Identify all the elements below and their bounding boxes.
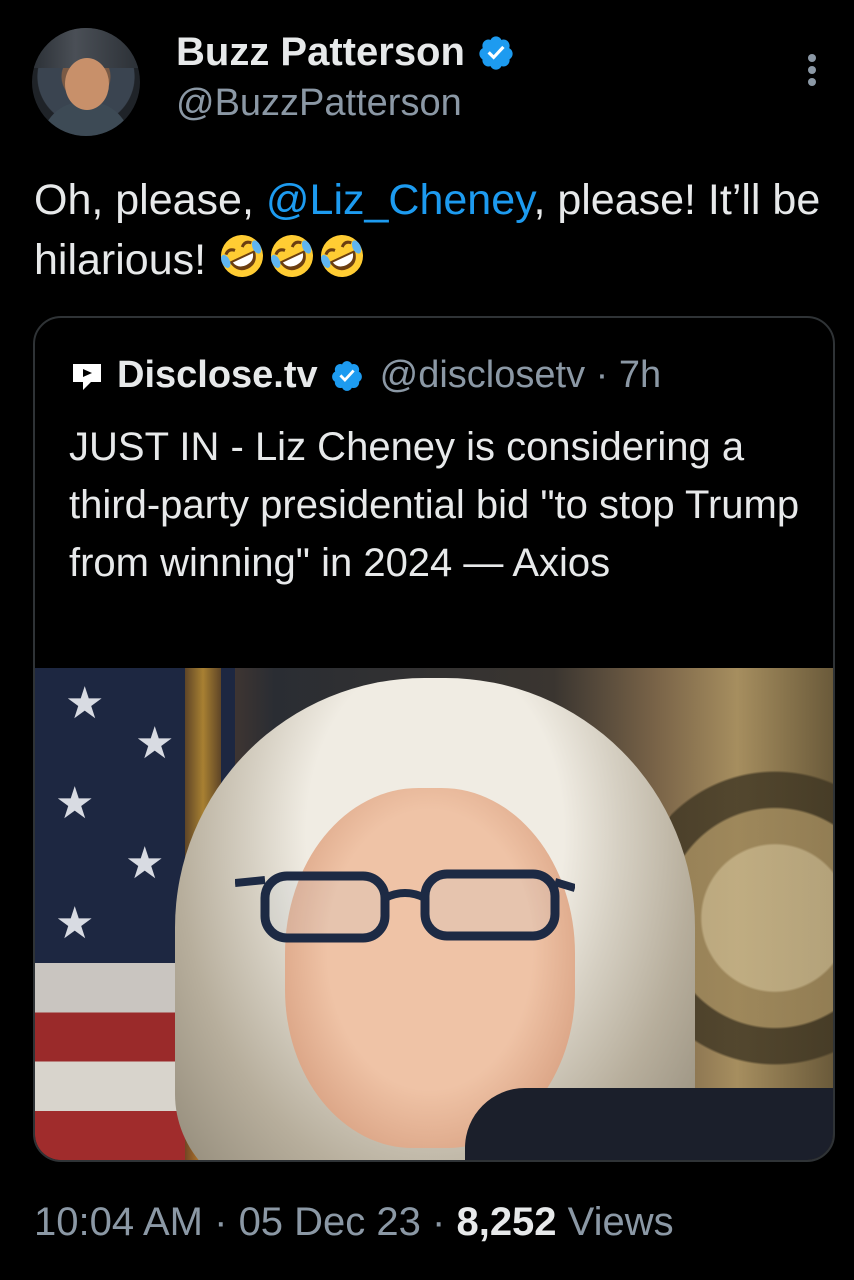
flag-star: ★	[135, 719, 175, 768]
avatar-face	[65, 58, 109, 110]
author-avatar[interactable]	[32, 28, 140, 136]
quoted-tweet-photo[interactable]: ★ ★ ★ ★ ★	[35, 668, 833, 1160]
emoji-group	[218, 232, 366, 280]
quoted-author-name[interactable]: Disclose.tv	[117, 354, 318, 397]
laughing-emoji-icon	[321, 235, 364, 277]
quoted-tweet-card[interactable]: Disclose.tv @disclosetv · 7h JUST IN - L…	[33, 316, 835, 1162]
disclose-tv-logo-icon	[73, 363, 101, 390]
photo-shoulder	[465, 1088, 833, 1160]
quoted-author-handle[interactable]: @disclosetv · 7h	[380, 354, 661, 397]
quoted-handle-text: @disclosetv	[379, 354, 586, 396]
more-dot	[808, 78, 816, 86]
meta-separator: ·	[203, 1200, 239, 1244]
mention-link[interactable]: @Liz_Cheney	[266, 176, 534, 224]
more-dot	[808, 54, 816, 62]
tweet-text: Oh, please, @Liz_Cheney, please! It’ll b…	[34, 170, 834, 290]
more-options-icon[interactable]	[800, 50, 824, 90]
laughing-emoji-icon	[221, 235, 264, 277]
verified-badge-icon	[479, 35, 513, 70]
tweet-text-before: Oh, please,	[34, 176, 266, 224]
flag-star: ★	[55, 899, 95, 948]
flag-star: ★	[55, 779, 95, 828]
flag-star: ★	[65, 679, 105, 728]
views-count[interactable]: 8,252	[456, 1200, 556, 1244]
tweet-meta: 10:04 AM · 05 Dec 23 · 8,252 Views	[34, 1200, 674, 1245]
photo-glasses	[235, 869, 575, 943]
more-dot	[808, 66, 816, 74]
quoted-separator: ·	[595, 354, 609, 396]
author-handle[interactable]: @BuzzPatterson	[176, 82, 462, 125]
flag-star: ★	[125, 839, 165, 888]
tweet-date[interactable]: 05 Dec 23	[239, 1200, 421, 1244]
meta-separator: ·	[420, 1200, 457, 1244]
quoted-time: 7h	[618, 354, 662, 396]
author-name[interactable]: Buzz Patterson	[176, 30, 465, 75]
views-label: Views	[556, 1200, 674, 1244]
tweet-time[interactable]: 10:04 AM	[34, 1200, 203, 1244]
quoted-tweet-text: JUST IN - Liz Cheney is considering a th…	[69, 425, 800, 585]
laughing-emoji-icon	[271, 235, 314, 277]
verified-badge-icon	[331, 360, 362, 391]
author-name-row: Buzz Patterson	[176, 30, 515, 75]
quoted-tweet-header: Disclose.tv @disclosetv · 7h	[69, 354, 661, 397]
